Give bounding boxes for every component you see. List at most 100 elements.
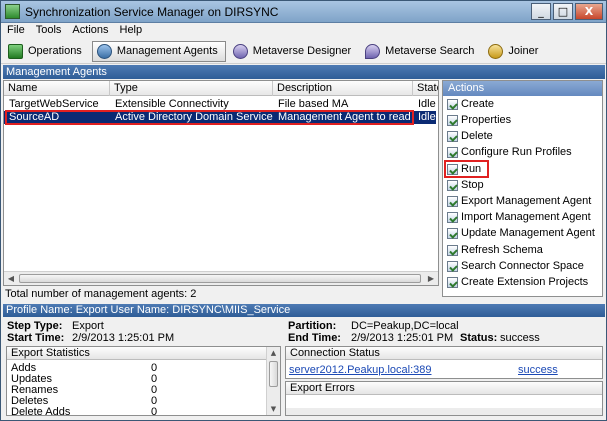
minimize-button[interactable]: _ xyxy=(531,3,551,20)
action-label: Properties xyxy=(461,114,512,126)
action-icon xyxy=(447,244,458,256)
connection-status-header: Connection Status xyxy=(286,347,602,360)
actions-header: Actions xyxy=(443,81,602,96)
step-type-value: Export xyxy=(72,320,104,332)
end-time-label: End Time: xyxy=(288,332,341,344)
action-icon xyxy=(447,146,458,158)
action-icon xyxy=(447,114,458,126)
end-time-value: 2/9/2013 1:25:01 PM xyxy=(351,332,454,344)
action-label: Delete xyxy=(461,130,493,142)
operations-icon xyxy=(8,43,23,59)
horizontal-scrollbar[interactable] xyxy=(286,408,602,415)
action-create-extension-projects[interactable]: Create Extension Projects xyxy=(447,275,588,289)
vertical-scrollbar[interactable]: ▲ ▼ xyxy=(266,347,280,415)
window-title: Synchronization Service Manager on DIRSY… xyxy=(25,5,279,19)
metaverse-designer-button[interactable]: Metaverse Designer xyxy=(229,41,358,62)
profile-header: Profile Name: Export User Name: DIRSYNC\… xyxy=(3,304,605,317)
scroll-thumb[interactable] xyxy=(19,274,421,283)
management-agents-button[interactable]: Management Agents xyxy=(91,40,226,62)
partition-value: DC=Peakup,DC=local xyxy=(351,320,459,332)
column-description[interactable]: Description xyxy=(273,81,413,96)
actions-pane: Actions Create Properties Delete Configu… xyxy=(442,80,603,297)
action-label: Configure Run Profiles xyxy=(461,146,572,158)
action-icon xyxy=(447,179,458,191)
menu-help[interactable]: Help xyxy=(114,23,148,39)
export-errors-header: Export Errors xyxy=(286,382,602,395)
action-icon xyxy=(447,130,458,142)
ma-type: Extensible Connectivity xyxy=(115,98,229,110)
action-create[interactable]: Create xyxy=(447,97,494,111)
action-label: Create Extension Projects xyxy=(461,276,589,288)
horizontal-scrollbar[interactable]: ◀ ▶ xyxy=(4,271,438,285)
grid-header: Name Type Description State xyxy=(4,81,438,96)
scroll-down-icon[interactable]: ▼ xyxy=(267,403,280,415)
action-configure-run-profiles[interactable]: Configure Run Profiles xyxy=(447,145,572,159)
menu-file[interactable]: File xyxy=(1,23,30,39)
ma-description: File based MA xyxy=(278,98,349,110)
ma-type: Active Directory Domain Services xyxy=(115,111,273,123)
action-properties[interactable]: Properties xyxy=(447,113,511,127)
title-bar[interactable]: Synchronization Service Manager on DIRSY… xyxy=(1,1,606,23)
maximize-button[interactable]: □ xyxy=(553,3,573,20)
management-agents-grid: Name Type Description State TargetWebSer… xyxy=(3,80,439,286)
action-label: Export Management Agent xyxy=(461,195,592,207)
action-icon xyxy=(447,195,458,207)
menu-actions[interactable]: Actions xyxy=(66,23,113,39)
column-name[interactable]: Name xyxy=(4,81,110,96)
action-icon xyxy=(447,98,458,110)
metaverse-search-icon xyxy=(365,43,381,59)
operations-label: Operations xyxy=(28,45,82,57)
run-highlight xyxy=(444,160,489,178)
table-row-selected[interactable]: SourceAD Active Directory Domain Service… xyxy=(4,111,436,124)
action-delete[interactable]: Delete xyxy=(447,129,493,143)
close-button[interactable]: X xyxy=(575,3,603,20)
ma-state: Idle xyxy=(418,111,436,123)
action-label: Update Management Agent xyxy=(461,227,595,239)
stat-value: 0 xyxy=(151,406,158,416)
action-icon xyxy=(447,211,458,223)
metaverse-designer-icon xyxy=(232,43,248,59)
status-label: Status: xyxy=(460,332,498,344)
action-search-connector-space[interactable]: Search Connector Space xyxy=(447,259,584,273)
server-link[interactable]: server2012.Peakup.local:389 xyxy=(289,364,431,376)
table-row[interactable]: TargetWebService Extensible Connectivity… xyxy=(4,98,436,111)
ma-description: Management Agent to read fro... xyxy=(278,111,413,123)
management-agents-header: Management Agents xyxy=(3,65,605,79)
joiner-button[interactable]: Joiner xyxy=(484,41,545,62)
action-export-ma[interactable]: Export Management Agent xyxy=(447,194,591,208)
stat-label: Delete Adds xyxy=(11,406,71,416)
scroll-thumb[interactable] xyxy=(269,361,278,387)
ma-name: SourceAD xyxy=(9,111,60,123)
column-state[interactable]: State xyxy=(413,81,438,96)
connection-result-link[interactable]: success xyxy=(518,364,558,376)
window-controls: _ □ X xyxy=(531,3,603,20)
sync-service-manager-window: Synchronization Service Manager on DIRSY… xyxy=(0,0,607,421)
start-time-value: 2/9/2013 1:25:01 PM xyxy=(72,332,175,344)
action-icon xyxy=(447,227,458,239)
metaverse-search-button[interactable]: Metaverse Search xyxy=(361,41,481,62)
column-type[interactable]: Type xyxy=(110,81,273,96)
step-type-label: Step Type: xyxy=(7,320,63,332)
scroll-left-icon[interactable]: ◀ xyxy=(4,272,18,285)
action-label: Create xyxy=(461,98,495,110)
menu-bar: File Tools Actions Help xyxy=(1,23,606,39)
action-icon xyxy=(447,260,458,272)
action-import-ma[interactable]: Import Management Agent xyxy=(447,210,591,224)
action-label: Import Management Agent xyxy=(461,211,591,223)
action-stop[interactable]: Stop xyxy=(447,178,484,192)
operations-button[interactable]: Operations xyxy=(4,41,89,62)
status-value: success xyxy=(500,332,540,344)
menu-tools[interactable]: Tools xyxy=(30,23,67,39)
export-statistics-panel: Export Statistics Adds 0 Updates 0 Renam… xyxy=(6,346,281,416)
connection-status-panel: Connection Status server2012.Peakup.loca… xyxy=(285,346,603,379)
action-label: Stop xyxy=(461,179,484,191)
action-refresh-schema[interactable]: Refresh Schema xyxy=(447,243,543,257)
ma-state: Idle xyxy=(418,98,436,110)
toolbar: Operations Management Agents Metaverse D… xyxy=(1,39,606,64)
metaverse-designer-label: Metaverse Designer xyxy=(252,45,352,57)
scroll-up-icon[interactable]: ▲ xyxy=(267,347,280,359)
ma-name: TargetWebService xyxy=(9,98,99,110)
action-update-ma[interactable]: Update Management Agent xyxy=(447,226,595,240)
scroll-right-icon[interactable]: ▶ xyxy=(424,272,438,285)
stat-row[interactable]: Delete Adds 0 xyxy=(7,407,269,416)
